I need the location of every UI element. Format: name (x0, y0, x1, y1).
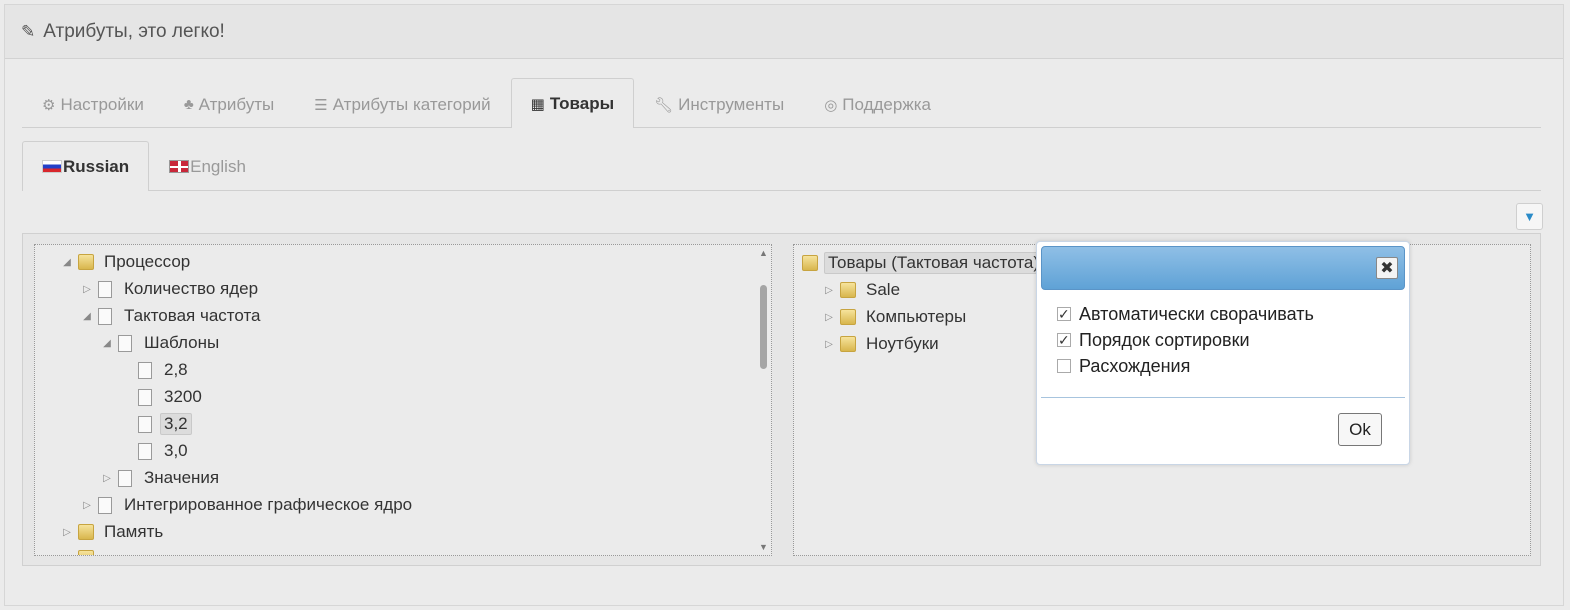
tree-options-dialog: ✖ ✓ Автоматически сворачивать ✓ Порядок … (1036, 241, 1410, 465)
collapse-arrow-icon[interactable]: ◢ (78, 311, 96, 322)
pencil-icon: ✎ (21, 21, 36, 41)
tab-support[interactable]: ◎ Поддержка (804, 80, 951, 128)
page-title: Атрибуты, это легко! (43, 20, 225, 42)
tree-node[interactable]: 3,0 (118, 438, 192, 464)
tree-node[interactable]: ▷ Интегрированное графическое ядро (78, 492, 416, 518)
folder-icon (802, 255, 818, 271)
expand-arrow-icon[interactable]: ▷ (98, 473, 116, 484)
option-sort-order[interactable]: ✓ Порядок сортировки (1057, 328, 1250, 352)
file-icon (118, 469, 132, 487)
file-icon (138, 388, 152, 406)
attributes-tree[interactable]: ◢ Процессор ▷ Количество ядер ◢ Тактовая… (34, 244, 772, 556)
filter-button[interactable]: ▼ (1516, 203, 1543, 230)
tree-node-partial (76, 545, 100, 555)
folder-icon (78, 254, 94, 270)
collapse-arrow-icon[interactable]: ◢ (58, 257, 76, 268)
close-button[interactable]: ✖ (1376, 257, 1398, 279)
tree-node-root[interactable]: Товары (Тактовая частота) (800, 250, 1044, 276)
panel-header: ✎ Атрибуты, это легко! (5, 5, 1563, 59)
folder-icon (840, 282, 856, 298)
expand-arrow-icon[interactable]: ▷ (78, 284, 96, 295)
checkbox-checked[interactable]: ✓ (1057, 333, 1071, 347)
funnel-icon: ▼ (1523, 209, 1536, 224)
tab-settings[interactable]: ⚙ Настройки (22, 80, 164, 128)
tab-english[interactable]: English (149, 141, 266, 191)
dialog-divider (1041, 397, 1405, 398)
expand-arrow-icon[interactable]: ▷ (58, 527, 76, 538)
tree-node[interactable]: ◢ Шаблоны (98, 330, 223, 356)
tree-scrollbar[interactable]: ▲ ▼ (757, 245, 771, 555)
file-icon (138, 415, 152, 433)
expand-arrow-icon[interactable]: ▷ (78, 500, 96, 511)
tree-node[interactable]: ▷ Память (58, 519, 167, 545)
tree-node[interactable]: 3200 (118, 384, 206, 410)
tree-node[interactable]: 2,8 (118, 357, 192, 383)
tab-russian[interactable]: Russian (22, 141, 150, 191)
tree-node[interactable]: ▷ Sale (820, 277, 904, 303)
tree-node-selected[interactable]: 3,2 (118, 411, 192, 437)
tree-node[interactable]: ▷ Ноутбуки (820, 331, 943, 357)
tab-products[interactable]: ▦ Товары (510, 78, 635, 128)
checkbox-checked[interactable]: ✓ (1057, 307, 1071, 321)
scroll-down-icon[interactable]: ▼ (759, 542, 768, 552)
main-tabs: ⚙ Настройки ♣ Атрибуты ☰ Атрибуты катего… (22, 78, 1541, 128)
tree-node[interactable]: ◢ Тактовая частота (78, 303, 265, 329)
dialog-titlebar[interactable]: ✖ (1041, 246, 1405, 290)
tree-icon: ♣ (183, 96, 194, 113)
collapse-arrow-icon[interactable]: ◢ (98, 338, 116, 349)
option-auto-collapse[interactable]: ✓ Автоматически сворачивать (1057, 302, 1314, 326)
grid-icon: ▦ (530, 95, 545, 113)
lifebuoy-icon: ◎ (824, 96, 838, 114)
tree-node[interactable]: ▷ Количество ядер (78, 276, 262, 302)
expand-arrow-icon[interactable]: ▷ (820, 285, 838, 296)
tab-attributes[interactable]: ♣ Атрибуты (164, 80, 294, 128)
tab-category-attributes[interactable]: ☰ Атрибуты категорий (294, 80, 510, 128)
tree-node[interactable]: ▷ Значения (98, 465, 223, 491)
scrollbar-thumb[interactable] (760, 285, 767, 369)
option-discrepancies[interactable]: Расхождения (1057, 354, 1190, 378)
tree-node[interactable]: ▷ Компьютеры (820, 304, 970, 330)
expand-arrow-icon[interactable]: ▷ (820, 339, 838, 350)
file-icon (98, 280, 112, 298)
close-icon: ✖ (1380, 260, 1394, 277)
ok-button[interactable]: Ok (1338, 413, 1382, 446)
language-tabs: Russian English (22, 140, 1541, 191)
scroll-up-icon[interactable]: ▲ (759, 248, 768, 258)
folder-icon (840, 309, 856, 325)
file-icon (138, 442, 152, 460)
russia-flag-icon (42, 160, 62, 173)
wrench-icon: 🔧︎ (654, 96, 674, 114)
england-flag-icon (169, 160, 190, 173)
file-icon (98, 307, 112, 325)
expand-arrow-icon[interactable]: ▷ (820, 312, 838, 323)
tree-node[interactable]: ◢ Процессор (58, 249, 194, 275)
file-icon (118, 334, 132, 352)
gear-icon: ⚙ (42, 96, 56, 114)
file-icon (138, 361, 152, 379)
folder-icon (840, 336, 856, 352)
folder-icon (78, 550, 94, 555)
checkbox-unchecked[interactable] (1057, 359, 1071, 373)
folder-icon (78, 524, 94, 540)
list-icon: ☰ (314, 96, 328, 114)
tab-tools[interactable]: 🔧︎ Инструменты (634, 80, 804, 128)
file-icon (98, 496, 112, 514)
